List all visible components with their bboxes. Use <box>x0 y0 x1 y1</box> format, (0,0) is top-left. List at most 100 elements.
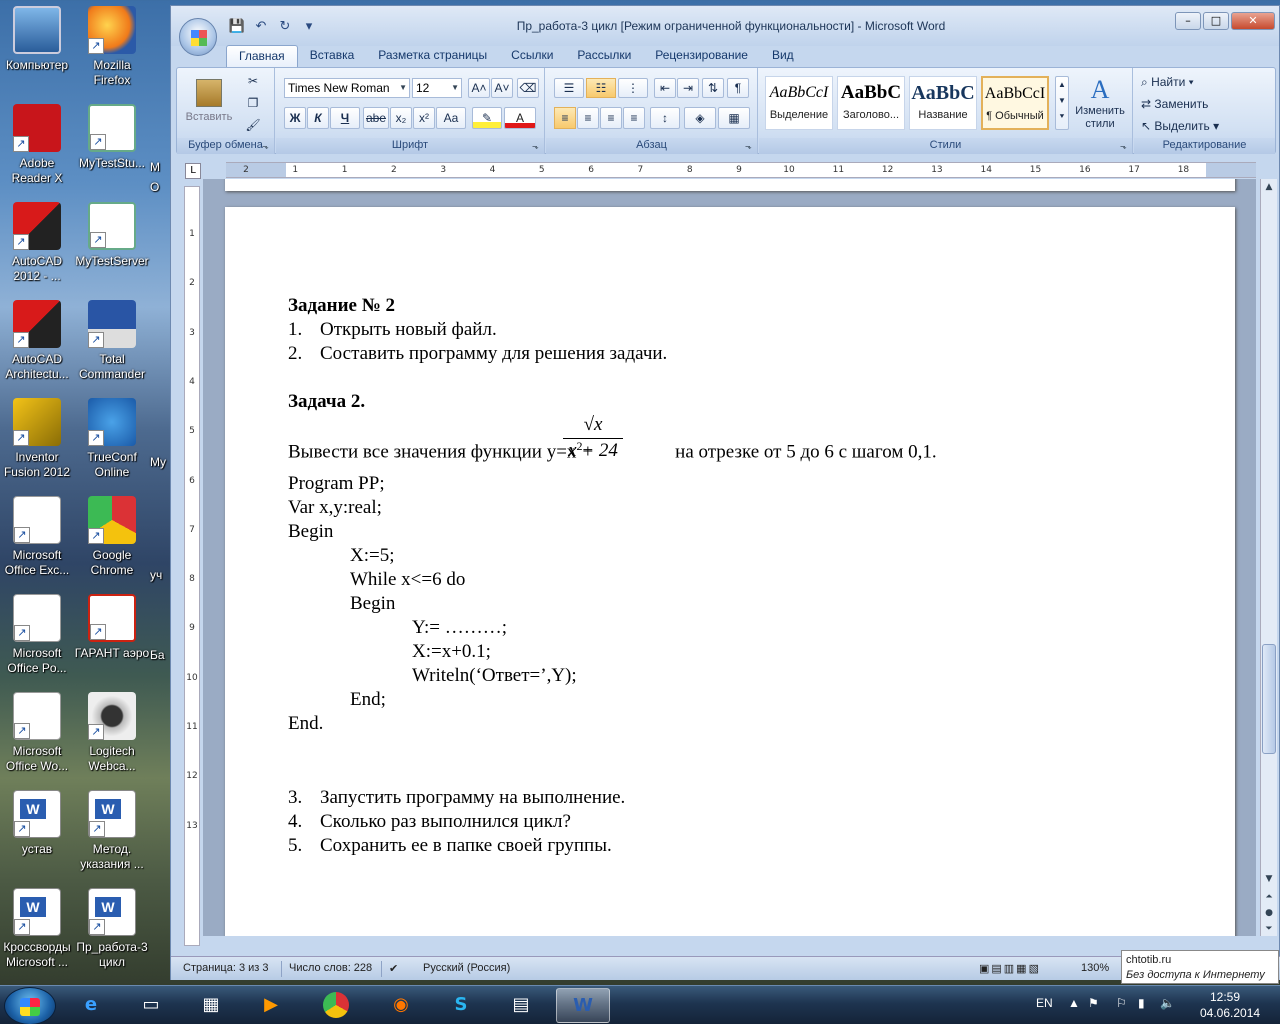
desktop-icon[interactable]: ↗ MyTestServer <box>74 198 150 294</box>
underline-button[interactable]: Ч <box>330 107 360 129</box>
shrink-font-icon[interactable]: A˅ <box>491 78 513 98</box>
change-case-button[interactable]: Aa <box>436 107 466 129</box>
prev-page-icon[interactable]: ⏶ <box>1261 889 1277 905</box>
title-bar[interactable]: 💾 ↶ ↻ ▾ Пр_работа-3 цикл [Режим ограниче… <box>171 6 1279 46</box>
desktop-icon[interactable]: ↗ Метод. указания ... <box>74 786 150 882</box>
grow-font-icon[interactable]: A˄ <box>468 78 490 98</box>
chevron-down-icon[interactable]: ▼ <box>451 79 459 97</box>
close-button[interactable]: ✕ <box>1231 12 1275 30</box>
decrease-indent-icon[interactable]: ⇤ <box>654 78 676 98</box>
volume-icon[interactable]: 🔈 <box>1160 996 1175 1010</box>
style-item[interactable]: AaBbC Заголово... <box>837 76 905 130</box>
desktop-icon[interactable]: ↗ Adobe Reader X <box>0 100 75 196</box>
find-button[interactable]: ⌕ Найти ▾ <box>1140 71 1250 93</box>
redo-icon[interactable]: ↻ <box>275 17 295 37</box>
scroll-down-icon[interactable]: ▼ <box>1261 871 1277 887</box>
flag-icon[interactable]: ⚐ <box>1116 996 1127 1010</box>
cut-icon[interactable]: ✂ <box>243 72 263 90</box>
customize-qat-icon[interactable]: ▾ <box>299 17 319 37</box>
scrollbar-thumb[interactable] <box>1262 644 1276 754</box>
desktop-icon[interactable]: ↗ Microsoft Office Exc... <box>0 492 75 588</box>
ie-icon[interactable]: e <box>64 988 118 1023</box>
replace-button[interactable]: ⇄ Заменить <box>1140 93 1250 115</box>
desktop-icon[interactable]: ↗ Кроссворды Microsoft ... <box>0 884 75 980</box>
horizontal-ruler[interactable]: 2 1 1 2 3 4 5 6 7 8 9 10 11 12 13 14 15 16 17 18 <box>226 162 1256 178</box>
format-painter-icon[interactable]: 🖌 <box>243 116 263 134</box>
vertical-scrollbar[interactable]: ▲ ▼ ⏶ ● ⏷ <box>1260 179 1277 936</box>
style-item[interactable]: AaBbC Название <box>909 76 977 130</box>
skype-icon[interactable]: S <box>434 988 488 1023</box>
highlight-icon[interactable]: ✎ <box>472 107 502 129</box>
undo-icon[interactable]: ↶ <box>251 17 271 37</box>
desktop-icon[interactable]: ↗ Пр_работа-3 цикл <box>74 884 150 980</box>
desktop-icon[interactable]: ↗ Microsoft Office Wo... <box>0 688 75 784</box>
calculator-icon[interactable]: ▦ <box>184 988 238 1023</box>
font-name-combo[interactable]: Times New Roman ▼ <box>284 78 410 98</box>
font-launcher-icon[interactable]: ⬎ <box>532 142 542 152</box>
chrome-taskbar-icon[interactable] <box>309 988 363 1023</box>
desktop-icon[interactable]: ↗ AutoCAD Architectu... <box>0 296 75 392</box>
desktop-icon[interactable]: ↗ Google Chrome <box>74 492 150 588</box>
paragraph-launcher-icon[interactable]: ⬎ <box>745 142 755 152</box>
clock-date[interactable]: 04.06.2014 <box>1200 1006 1260 1020</box>
status-word-count[interactable]: Число слов: 228 <box>289 962 372 974</box>
document-area[interactable]: Задание № 2 1. Открыть новый файл. 2. Соста… <box>203 179 1256 936</box>
media-player-icon[interactable]: ▶ <box>244 988 298 1023</box>
next-page-icon[interactable]: ⏷ <box>1261 921 1277 937</box>
show-hidden-icons-icon[interactable]: ▲ <box>1068 996 1080 1010</box>
style-item[interactable]: AaBbCcI ¶ Обычный <box>981 76 1049 130</box>
show-marks-icon[interactable]: ¶ <box>727 78 749 98</box>
view-buttons-icon[interactable]: ▣▤▥▦▧ <box>979 962 1041 975</box>
desktop-icon[interactable]: ↗ AutoCAD 2012 - ... <box>0 198 75 294</box>
increase-indent-icon[interactable]: ⇥ <box>677 78 699 98</box>
office-button[interactable] <box>179 18 217 56</box>
paste-button[interactable]: Вставить <box>183 72 235 132</box>
multilevel-list-icon[interactable]: ⋮ <box>618 78 648 98</box>
vertical-ruler[interactable]: 1 2 3 4 5 6 7 8 9 10 11 12 13 <box>184 186 200 946</box>
tab-1[interactable]: Вставка <box>298 45 367 67</box>
network-icon[interactable]: ▮ <box>1138 996 1145 1010</box>
styles-scroll-icon[interactable]: ▲ ▼ ⯆ <box>1055 76 1069 130</box>
desktop-icon[interactable]: ↗ ГАРАНТ аэро <box>74 590 150 686</box>
borders-icon[interactable]: ▦ <box>718 107 750 129</box>
tab-6[interactable]: Вид <box>760 45 806 67</box>
font-size-combo[interactable]: 12 ▼ <box>412 78 462 98</box>
bold-button[interactable]: Ж <box>284 107 306 129</box>
save-icon[interactable]: 💾 <box>227 17 247 37</box>
tab-4[interactable]: Рассылки <box>565 45 643 67</box>
desktop-icon[interactable]: ↗ TrueConf Online <box>74 394 150 490</box>
tab-3[interactable]: Ссылки <box>499 45 565 67</box>
start-button[interactable] <box>4 987 56 1024</box>
status-page[interactable]: Страница: 3 из 3 <box>183 962 269 974</box>
desktop-icon[interactable]: ↗ Inventor Fusion 2012 <box>0 394 75 490</box>
numbering-icon[interactable]: ☷ <box>586 78 616 98</box>
minimize-button[interactable]: – <box>1175 12 1201 30</box>
desktop-icon[interactable]: ↗ Mozilla Firefox <box>74 2 150 98</box>
update-icon[interactable]: ⚑ <box>1088 996 1099 1010</box>
tab-selector-icon[interactable]: L <box>185 163 201 179</box>
language-indicator[interactable]: EN <box>1036 996 1053 1010</box>
align-left-icon[interactable]: ≡ <box>554 107 576 129</box>
desktop-icon[interactable]: ↗ Logitech Webca... <box>74 688 150 784</box>
change-styles-button[interactable]: A Изменить стили <box>1069 74 1131 134</box>
style-item[interactable]: AaBbCcI Выделение <box>765 76 833 130</box>
align-right-icon[interactable]: ≡ <box>600 107 622 129</box>
italic-button[interactable]: К <box>307 107 329 129</box>
network-notification[interactable]: chtotib.ru Без доступа к Интернету <box>1121 950 1279 984</box>
total-commander-taskbar-icon[interactable]: ▤ <box>494 988 548 1023</box>
shading-icon[interactable]: ◈ <box>684 107 716 129</box>
status-zoom[interactable]: 130% <box>1081 962 1109 974</box>
tab-2[interactable]: Разметка страницы <box>366 45 499 67</box>
align-center-icon[interactable]: ≡ <box>577 107 599 129</box>
strikethrough-button[interactable]: abe <box>363 107 389 129</box>
scroll-up-icon[interactable]: ▲ <box>1261 179 1277 195</box>
copy-icon[interactable]: ❐ <box>243 94 263 112</box>
subscript-button[interactable]: x₂ <box>390 107 412 129</box>
tab-0[interactable]: Главная <box>226 45 298 67</box>
explorer-icon[interactable]: ▭ <box>124 988 178 1023</box>
desktop-icon[interactable]: Компьютер <box>0 2 75 98</box>
proofing-icon[interactable]: ✔ <box>389 962 398 975</box>
clear-format-icon[interactable]: ⌫ <box>517 78 539 98</box>
clipboard-launcher-icon[interactable]: ⬎ <box>262 142 272 152</box>
word-taskbar-icon[interactable]: W <box>556 988 610 1023</box>
